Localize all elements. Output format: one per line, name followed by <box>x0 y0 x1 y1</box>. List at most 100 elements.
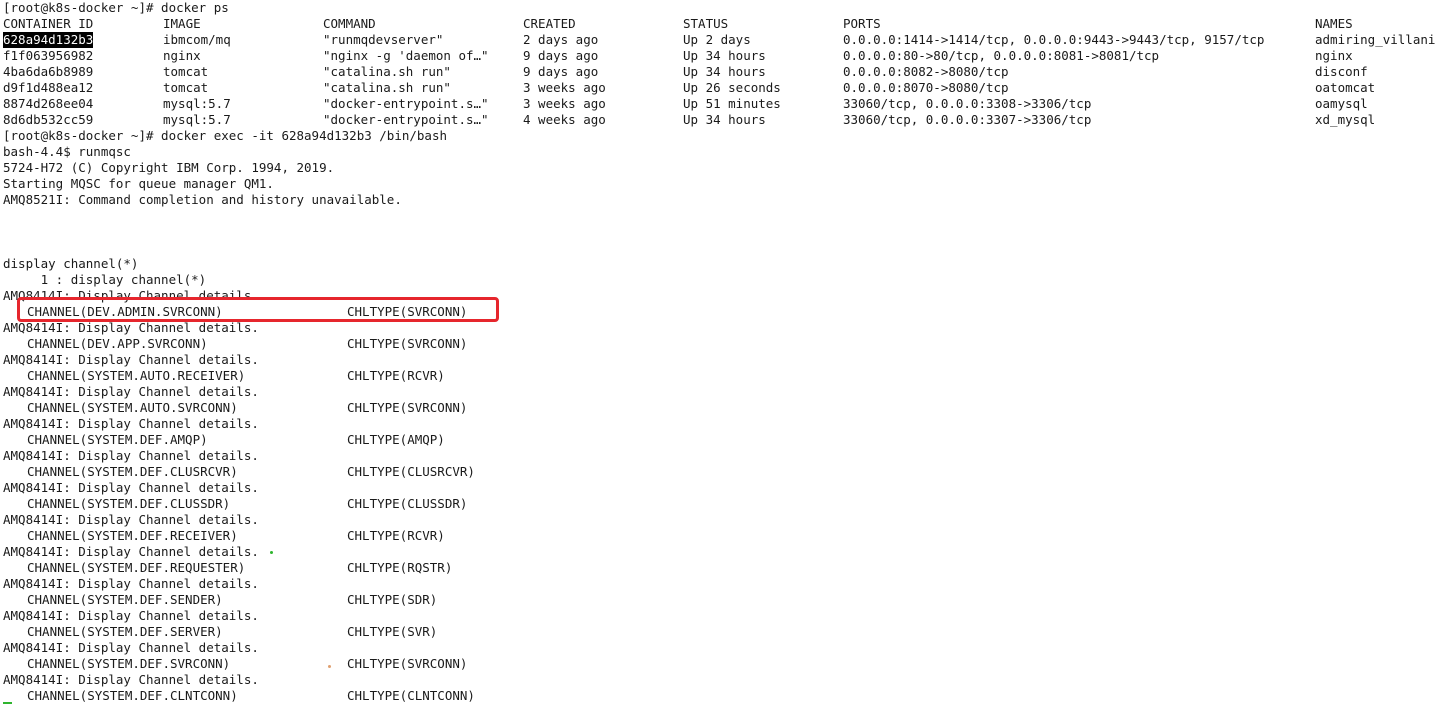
amq8414-message: AMQ8414I: Display Channel details. <box>3 480 259 495</box>
ps-cell-ports: 0.0.0.0:8082->8080/tcp <box>843 64 1009 79</box>
ps-cell-created: 3 weeks ago <box>523 80 606 95</box>
amq8414-message: AMQ8414I: Display Channel details. <box>3 576 259 591</box>
channel-row: CHANNEL(SYSTEM.DEF.SVRCONN) CHLTYPE(SVRCO… <box>3 656 603 672</box>
ps-cell-ports: 0.0.0.0:8070->8080/tcp <box>843 80 1009 95</box>
prompt-docker-exec: [root@k8s-docker ~]# docker exec -it 628… <box>3 128 448 143</box>
channel-type: CHLTYPE(SVR) <box>347 624 438 639</box>
channel-row: CHANNEL(DEV.APP.SVRCONN) CHLTYPE(SVRCONN) <box>3 336 603 352</box>
amq8414-message: AMQ8414I: Display Channel details. <box>3 640 259 655</box>
ps-row: 8d6db532cc59 mysql:5.7 "docker-entrypoint.… <box>3 112 1443 128</box>
ps-cell-command: "docker-entrypoint.s…" <box>323 112 489 127</box>
amq8414-message: AMQ8414I: Display Channel details. <box>3 384 259 399</box>
channel-row: CHANNEL(SYSTEM.DEF.SENDER) CHLTYPE(SDR) <box>3 592 603 608</box>
ps-header-created: CREATED <box>523 16 576 31</box>
channel-type: CHLTYPE(RCVR) <box>347 528 445 543</box>
channel-name: CHANNEL(SYSTEM.DEF.CLUSRCVR) <box>27 464 238 479</box>
ps-row: d9f1d488ea12 tomcat "catalina.sh run" 3 wee… <box>3 80 1443 96</box>
ps-cell-created: 9 days ago <box>523 48 599 63</box>
channel-row: CHANNEL(SYSTEM.AUTO.RECEIVER) CHLTYPE(RCV… <box>3 368 603 384</box>
amq8414-message: AMQ8414I: Display Channel details. <box>3 672 259 687</box>
ibm-copyright-line: 5724-H72 (C) Copyright IBM Corp. 1994, 2… <box>3 160 335 175</box>
channel-name: CHANNEL(SYSTEM.DEF.SERVER) <box>27 624 223 639</box>
channel-row: CHANNEL(SYSTEM.DEF.CLUSRCVR) CHLTYPE(CLUS… <box>3 464 603 480</box>
ps-cell-ports: 0.0.0.0:1414->1414/tcp, 0.0.0.0:9443->94… <box>843 32 1265 47</box>
display-channel-command: display channel(*) <box>3 256 139 271</box>
channel-type: CHLTYPE(CLUSRCVR) <box>347 464 475 479</box>
ps-cell-names: nginx <box>1315 48 1353 63</box>
ps-cell-ports: 0.0.0.0:80->80/tcp, 0.0.0.0:8081->8081/t… <box>843 48 1160 63</box>
channel-type: CHLTYPE(SVRCONN) <box>347 656 468 671</box>
ps-cell-created: 3 weeks ago <box>523 96 606 111</box>
ps-cell-ports: 33060/tcp, 0.0.0.0:3307->3306/tcp <box>843 112 1092 127</box>
ps-cell-command: "runmqdevserver" <box>323 32 444 47</box>
channel-row: CHANNEL(SYSTEM.DEF.CLNTCONN) CHLTYPE(CLNT… <box>3 688 603 704</box>
ps-header-row: CONTAINER ID IMAGE COMMAND CREATED STATU… <box>3 16 1443 32</box>
ps-cell-status: Up 51 minutes <box>683 96 781 111</box>
channel-row: CHANNEL(SYSTEM.DEF.REQUESTER) CHLTYPE(RQS… <box>3 560 603 576</box>
ps-cell-created: 9 days ago <box>523 64 599 79</box>
ps-cell-container-id: f1f063956982 <box>3 48 94 63</box>
ps-cell-container-id: d9f1d488ea12 <box>3 80 94 95</box>
channel-name: CHANNEL(SYSTEM.DEF.REQUESTER) <box>27 560 246 575</box>
amq8414-message: AMQ8414I: Display Channel details. <box>3 512 259 527</box>
channel-type: CHLTYPE(CLUSSDR) <box>347 496 468 511</box>
ps-cell-names: admiring_villani <box>1315 32 1436 47</box>
channel-name: CHANNEL(SYSTEM.AUTO.SVRCONN) <box>27 400 238 415</box>
channel-name: CHANNEL(SYSTEM.AUTO.RECEIVER) <box>27 368 246 383</box>
ps-cell-image: mysql:5.7 <box>163 96 231 111</box>
amq8414-message: AMQ8414I: Display Channel details. <box>3 544 259 559</box>
channel-type: CHLTYPE(RCVR) <box>347 368 445 383</box>
channel-name: CHANNEL(SYSTEM.DEF.CLUSSDR) <box>27 496 231 511</box>
ps-cell-image: mysql:5.7 <box>163 112 231 127</box>
channel-type: CHLTYPE(AMQP) <box>347 432 445 447</box>
artifact-dot <box>328 665 331 668</box>
ps-header-container-id: CONTAINER ID <box>3 16 94 31</box>
ps-cell-names: disconf <box>1315 64 1368 79</box>
amq8414-message: AMQ8414I: Display Channel details. <box>3 352 259 367</box>
channel-type: CHLTYPE(SVRCONN) <box>347 336 468 351</box>
channel-name: CHANNEL(SYSTEM.DEF.CLNTCONN) <box>27 688 238 703</box>
channel-row: CHANNEL(SYSTEM.DEF.AMQP) CHLTYPE(AMQP) <box>3 432 603 448</box>
channel-name: CHANNEL(SYSTEM.DEF.AMQP) <box>27 432 208 447</box>
channel-name: CHANNEL(SYSTEM.DEF.SVRCONN) <box>27 656 231 671</box>
ps-cell-names: oatomcat <box>1315 80 1376 95</box>
ps-cell-command: "nginx -g 'daemon of…" <box>323 48 489 63</box>
channel-name: CHANNEL(SYSTEM.DEF.SENDER) <box>27 592 223 607</box>
ps-cell-status: Up 2 days <box>683 32 751 47</box>
ps-cell-names: oamysql <box>1315 96 1368 111</box>
amq8521-message: AMQ8521I: Command completion and history… <box>3 192 402 207</box>
ps-cell-names: xd_mysql <box>1315 112 1376 127</box>
ps-cell-container-id: 8874d268ee04 <box>3 96 94 111</box>
ps-cell-status: Up 34 hours <box>683 48 766 63</box>
terminal-cursor <box>3 702 12 704</box>
ps-cell-image: ibmcom/mq <box>163 32 231 47</box>
channel-row: CHANNEL(SYSTEM.DEF.CLUSSDR) CHLTYPE(CLUSS… <box>3 496 603 512</box>
amq8414-message: AMQ8414I: Display Channel details. <box>3 448 259 463</box>
channel-type: CHLTYPE(SVRCONN) <box>347 400 468 415</box>
ps-cell-image: tomcat <box>163 64 209 79</box>
ps-row: 8874d268ee04 mysql:5.7 "docker-entrypoint.… <box>3 96 1443 112</box>
ps-header-command: COMMAND <box>323 16 376 31</box>
channel-type: CHLTYPE(RQSTR) <box>347 560 453 575</box>
channel-row: CHANNEL(SYSTEM.DEF.SERVER) CHLTYPE(SVR) <box>3 624 603 640</box>
ps-cell-created: 2 days ago <box>523 32 599 47</box>
ps-row: 4ba6da6b8989 tomcat "catalina.sh run" 9 day… <box>3 64 1443 80</box>
red-highlight-box <box>17 297 499 322</box>
channel-name: CHANNEL(SYSTEM.DEF.RECEIVER) <box>27 528 238 543</box>
artifact-dot <box>270 551 273 554</box>
mqsc-starting-line: Starting MQSC for queue manager QM1. <box>3 176 274 191</box>
ps-cell-image: nginx <box>163 48 201 63</box>
ps-row: 628a94d132b3 ibmcom/mq "runmqdevserver" 2 d… <box>3 32 1443 48</box>
ps-cell-image: tomcat <box>163 80 209 95</box>
amq8414-message: AMQ8414I: Display Channel details. <box>3 608 259 623</box>
ps-cell-status: Up 34 hours <box>683 112 766 127</box>
ps-header-ports: PORTS <box>843 16 881 31</box>
ps-cell-container-id: 628a94d132b3 <box>3 32 94 48</box>
amq8414-message: AMQ8414I: Display Channel details. <box>3 416 259 431</box>
ps-cell-command: "catalina.sh run" <box>323 80 451 95</box>
amq8414-message: AMQ8414I: Display Channel details. <box>3 320 259 335</box>
ps-header-status: STATUS <box>683 16 729 31</box>
channel-row: CHANNEL(SYSTEM.DEF.RECEIVER) CHLTYPE(RCVR… <box>3 528 603 544</box>
channel-type: CHLTYPE(SDR) <box>347 592 438 607</box>
ps-row: f1f063956982 nginx "nginx -g 'daemon of…" 9… <box>3 48 1443 64</box>
